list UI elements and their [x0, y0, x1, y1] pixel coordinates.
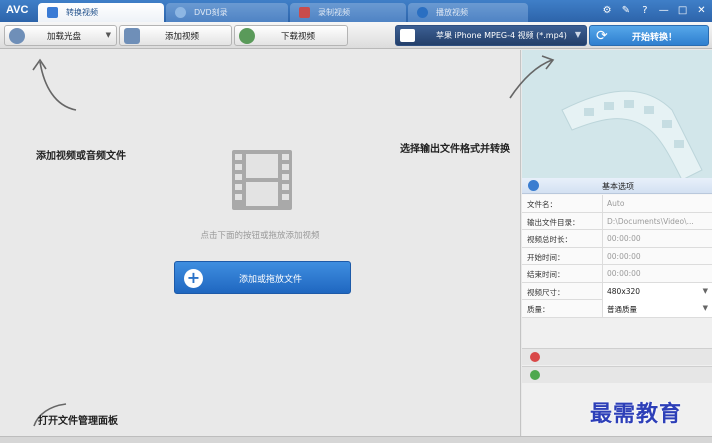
film-strip-icon [232, 150, 292, 210]
video-options-icon [530, 352, 540, 362]
property-value[interactable]: 00:00:00 [602, 247, 712, 265]
globe-download-icon [239, 28, 255, 44]
convert-video-icon [47, 7, 58, 18]
video-size-value: 480x320 [607, 286, 641, 296]
video-size-select[interactable]: 480x320 ▼ [602, 282, 712, 300]
tab-label: 播放视频 [436, 8, 468, 17]
load-disc-label: 加载光盘 [47, 32, 82, 42]
title-bar: AVC 转换视频 DVD刻录 录制视频 播放视频 ⚙ ✎ ? — □ ✕ [0, 0, 712, 22]
toolbar: 加载光盘 ▼ 添加视频 下载视频 苹果 iPhone MPEG-4 视频 (*.… [0, 22, 712, 49]
property-row: 视频总时长： 00:00:00 [522, 230, 712, 248]
property-key: 文件名： [527, 200, 557, 209]
tools-icon[interactable]: ✎ [620, 4, 633, 17]
tab-record-video[interactable]: 录制视频 [290, 3, 406, 22]
property-key: 输出文件目录： [527, 217, 580, 227]
tab-label: 录制视频 [318, 8, 350, 17]
basic-options-header[interactable]: 基本选项 [522, 178, 712, 194]
app-logo: AVC [6, 4, 29, 16]
window-controls: ⚙ ✎ ? — □ ✕ [598, 4, 708, 18]
output-format-value: 苹果 iPhone MPEG-4 视频 (*.mp4) [436, 31, 567, 40]
chevron-down-icon: ▼ [574, 30, 581, 39]
properties-table: 文件名： Auto 输出文件目录： D:\Documents\Video\...… [522, 195, 712, 318]
download-video-button[interactable]: 下载视频 [234, 25, 348, 46]
maximize-button[interactable]: □ [676, 4, 689, 17]
arrow-icon [509, 55, 555, 99]
disc-icon [175, 7, 186, 18]
property-key: 视频总时长： [527, 235, 572, 244]
add-video-label: 添加视频 [165, 32, 200, 42]
minimize-button[interactable]: — [657, 4, 670, 17]
settings-icon[interactable]: ⚙ [601, 4, 614, 17]
tab-label: DVD刻录 [194, 8, 228, 17]
tab-dvd-burn[interactable]: DVD刻录 [166, 3, 288, 22]
property-row: 输出文件目录： D:\Documents\Video\... [522, 212, 712, 230]
hint-select-format: 选择输出文件格式并转换 [400, 144, 510, 155]
property-value[interactable]: D:\Documents\Video\... [602, 212, 712, 230]
basic-options-title: 基本选项 [602, 182, 634, 191]
load-disc-button[interactable]: 加载光盘 ▼ [4, 25, 117, 46]
video-options-bar[interactable] [522, 348, 712, 365]
audio-options-icon [530, 370, 540, 380]
quality-select[interactable]: 普通质量 ▼ [602, 300, 712, 317]
tab-play-video[interactable]: 播放视频 [408, 3, 528, 22]
refresh-icon: ⟳ [596, 28, 608, 44]
start-convert-button[interactable]: ⟳ 开始转换！ [589, 25, 709, 46]
play-icon [417, 7, 428, 18]
add-file-button[interactable]: + 添加或拖放文件 [174, 261, 351, 294]
phone-icon [400, 29, 415, 42]
property-row: 视频尺寸： 480x320 ▼ [522, 282, 712, 300]
watermark-text: 最需教育 [590, 401, 683, 427]
add-video-button[interactable]: 添加视频 [119, 25, 232, 46]
property-row: 开始时间： 00:00:00 [522, 247, 712, 265]
tab-label: 转换视频 [66, 8, 98, 17]
add-file-label: 添加或拖放文件 [239, 275, 303, 285]
drop-hint: 点击下面的按钮或拖放添加视频 [200, 231, 320, 241]
plus-icon: + [184, 269, 203, 288]
property-key: 视频尺寸： [527, 287, 565, 297]
disc-add-icon [9, 28, 25, 44]
hint-file-panel: 打开文件管理面板 [38, 416, 118, 427]
property-value[interactable]: 00:00:00 [602, 265, 712, 282]
output-format-select[interactable]: 苹果 iPhone MPEG-4 视频 (*.mp4) ▼ [395, 25, 587, 46]
download-video-label: 下载视频 [281, 32, 316, 42]
property-row: 结束时间： 00:00:00 [522, 265, 712, 283]
chevron-down-icon: ▼ [702, 286, 708, 295]
property-value: 00:00:00 [602, 230, 712, 247]
preview-area [509, 50, 712, 191]
film-add-icon [124, 28, 140, 44]
property-key: 结束时间： [527, 270, 565, 279]
property-key: 质量： [527, 305, 550, 314]
hint-add-files: 添加视频或音频文件 [36, 151, 126, 162]
chevron-down-icon: ▼ [105, 31, 111, 39]
property-row: 质量： 普通质量 ▼ [522, 300, 712, 318]
property-key: 开始时间： [527, 252, 565, 262]
property-row: 文件名： Auto [522, 195, 712, 213]
file-list-area[interactable]: 添加视频或音频文件 点击下面的按钮或拖放添加视频 + 添加或拖放文件 [0, 50, 521, 443]
audio-options-bar[interactable] [522, 366, 712, 383]
arrow-icon [32, 58, 77, 111]
info-icon [528, 180, 539, 191]
property-value[interactable]: Auto [602, 195, 712, 212]
quality-value: 普通质量 [607, 305, 637, 314]
status-bar [0, 436, 712, 443]
tab-convert-video[interactable]: 转换视频 [38, 3, 164, 22]
close-button[interactable]: ✕ [695, 4, 708, 17]
record-icon [299, 7, 310, 18]
help-button[interactable]: ? [638, 4, 651, 17]
chevron-down-icon: ▼ [702, 304, 708, 312]
start-convert-label: 开始转换！ [632, 33, 678, 43]
